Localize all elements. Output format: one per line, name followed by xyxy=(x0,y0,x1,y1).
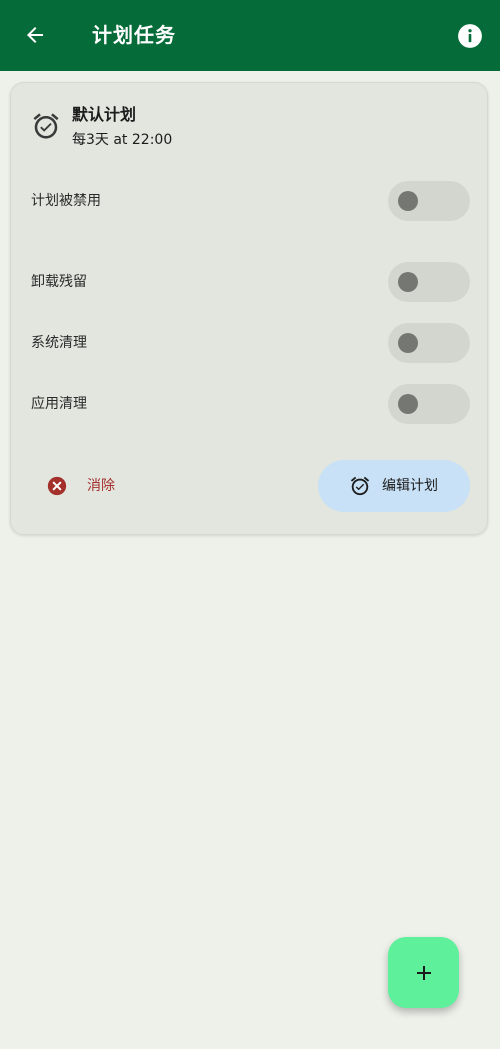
add-plan-fab[interactable] xyxy=(388,937,459,1008)
info-icon xyxy=(458,24,482,48)
setting-row-app-clean: 应用清理 xyxy=(11,382,487,426)
setting-row-uninstall-residue: 卸载残留 xyxy=(11,260,487,304)
info-button[interactable] xyxy=(456,22,484,50)
setting-row-plan-disabled: 计划被禁用 xyxy=(11,179,487,223)
plan-card: 默认计划 每3天 at 22:00 计划被禁用 卸载残留 系统清理 应用清理 消… xyxy=(10,82,488,535)
plan-name: 默认计划 xyxy=(72,105,137,124)
alarm-check-icon xyxy=(33,113,59,139)
app-clean-switch[interactable] xyxy=(388,384,470,424)
delete-button[interactable]: 消除 xyxy=(37,461,157,511)
edit-plan-button[interactable]: 编辑计划 xyxy=(318,460,470,512)
switch-thumb xyxy=(398,394,418,414)
arrow-left-icon xyxy=(27,27,43,43)
setting-label: 系统清理 xyxy=(31,335,87,351)
setting-label: 计划被禁用 xyxy=(31,193,101,209)
app-bar: 计划任务 xyxy=(0,0,500,71)
page-title: 计划任务 xyxy=(92,23,176,47)
plan-schedule: 每3天 at 22:00 xyxy=(72,132,173,148)
alarm-check-icon xyxy=(350,476,370,496)
plus-icon xyxy=(416,965,431,980)
close-circle-icon xyxy=(47,476,67,496)
switch-thumb xyxy=(398,191,418,211)
plan-disabled-switch[interactable] xyxy=(388,181,470,221)
edit-plan-label: 编辑计划 xyxy=(382,478,438,494)
back-button[interactable] xyxy=(14,14,56,56)
switch-thumb xyxy=(398,333,418,353)
setting-label: 卸载残留 xyxy=(31,274,87,290)
switch-thumb xyxy=(398,272,418,292)
uninstall-residue-switch[interactable] xyxy=(388,262,470,302)
system-clean-switch[interactable] xyxy=(388,323,470,363)
delete-label: 消除 xyxy=(87,478,115,494)
setting-label: 应用清理 xyxy=(31,396,87,412)
setting-row-system-clean: 系统清理 xyxy=(11,321,487,365)
